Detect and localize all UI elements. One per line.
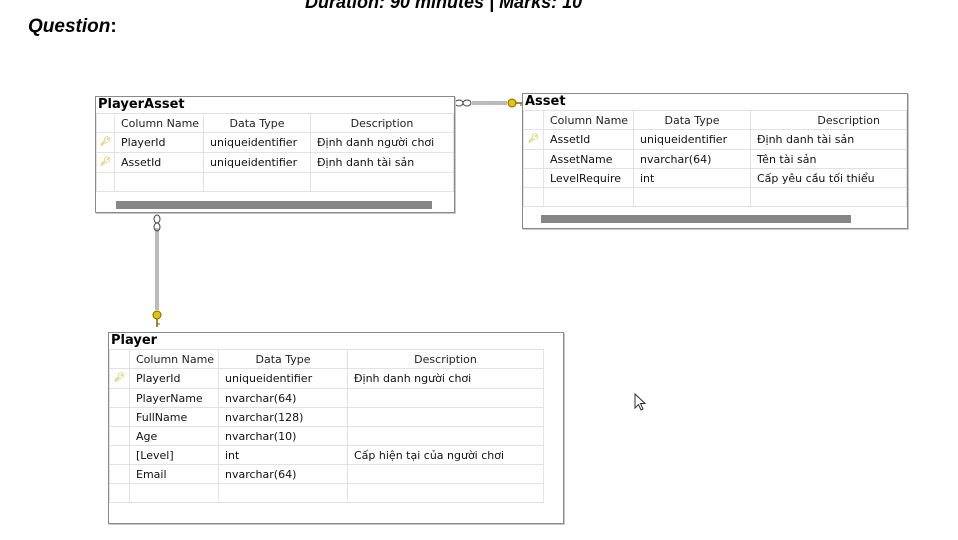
column-grid: Column Name Data Type Description 🔑︎ Pla… <box>96 113 454 192</box>
table-row[interactable]: PlayerName nvarchar(64) <box>109 388 544 408</box>
key-cell <box>109 426 130 446</box>
data-type-cell[interactable]: uniqueidentifier <box>203 152 311 173</box>
description-cell[interactable]: Định danh người chơi <box>310 132 454 153</box>
table-playerasset[interactable]: PlayerAsset Column Name Data Type Descri… <box>95 96 455 213</box>
description-cell[interactable]: Định danh tài sản <box>750 129 907 150</box>
key-cell <box>109 445 130 465</box>
table-row[interactable]: 🔑︎ AssetId uniqueidentifier Định danh tà… <box>96 152 454 173</box>
key-cell <box>523 149 544 169</box>
table-title: Player <box>111 333 158 348</box>
key-cell: 🔑︎ <box>96 132 115 153</box>
table-row[interactable]: [Level] int Cấp hiện tại của người chơi <box>109 445 544 465</box>
empty-row[interactable] <box>109 483 544 503</box>
table-player[interactable]: Player Column Name Data Type Description… <box>108 332 564 524</box>
key-icon: 🔑︎ <box>99 137 112 147</box>
many-end-icon <box>153 214 161 232</box>
key-cell: 🔑︎ <box>523 129 544 150</box>
key-cell <box>109 388 130 408</box>
column-grid: Column Name Data Type Description 🔑︎ Ass… <box>523 110 907 207</box>
column-grid: Column Name Data Type Description 🔑︎ Pla… <box>109 349 544 503</box>
description-cell[interactable]: Cấp hiện tại của người chơi <box>347 445 544 465</box>
description-cell[interactable] <box>347 388 544 408</box>
header-row: Column Name Data Type Description <box>96 113 454 133</box>
data-type-header: Data Type <box>203 113 311 133</box>
key-icon: 🔑︎ <box>99 157 112 167</box>
column-name-cell[interactable]: FullName <box>129 407 219 427</box>
column-name-header: Column Name <box>129 349 219 369</box>
relationship-playerasset-asset <box>454 98 524 108</box>
horizontal-scrollbar[interactable] <box>116 201 432 209</box>
data-type-header: Data Type <box>218 349 348 369</box>
key-cell <box>109 407 130 427</box>
table-row[interactable]: 🔑︎ PlayerId uniqueidentifier Định danh n… <box>96 132 454 153</box>
column-name-cell[interactable]: PlayerId <box>114 132 204 153</box>
key-cell: 🔑︎ <box>109 368 130 389</box>
description-header: Description <box>347 349 544 369</box>
header-row: Column Name Data Type Description <box>109 349 544 369</box>
column-name-cell[interactable]: PlayerId <box>129 368 219 389</box>
table-title: PlayerAsset <box>98 97 185 112</box>
header-row: Column Name Data Type Description <box>523 110 907 130</box>
data-type-cell[interactable]: nvarchar(64) <box>633 149 751 169</box>
horizontal-scrollbar[interactable] <box>541 215 851 223</box>
data-type-header: Data Type <box>633 110 751 130</box>
column-name-cell[interactable]: PlayerName <box>129 388 219 408</box>
column-name-cell[interactable]: Email <box>129 464 219 484</box>
table-row[interactable]: Email nvarchar(64) <box>109 464 544 484</box>
column-name-cell[interactable]: AssetName <box>543 149 634 169</box>
description-cell[interactable]: Tên tài sản <box>750 149 907 169</box>
description-cell[interactable] <box>347 464 544 484</box>
table-row[interactable]: LevelRequire int Cấp yêu cầu tối thiểu <box>523 168 907 188</box>
data-type-cell[interactable]: nvarchar(64) <box>218 388 348 408</box>
mouse-pointer-icon <box>634 393 647 411</box>
column-name-cell[interactable]: AssetId <box>543 129 634 150</box>
row-selector-header <box>96 113 115 133</box>
row-selector-header <box>523 110 544 130</box>
key-cell: 🔑︎ <box>96 152 115 173</box>
table-row[interactable]: Age nvarchar(10) <box>109 426 544 446</box>
column-name-header: Column Name <box>114 113 204 133</box>
data-type-cell[interactable]: nvarchar(10) <box>218 426 348 446</box>
data-type-cell[interactable]: nvarchar(64) <box>218 464 348 484</box>
table-title: Asset <box>525 94 566 109</box>
empty-row[interactable] <box>96 172 454 192</box>
empty-row[interactable] <box>523 187 907 207</box>
table-row[interactable]: AssetName nvarchar(64) Tên tài sản <box>523 149 907 169</box>
key-cell <box>109 464 130 484</box>
column-name-cell[interactable]: LevelRequire <box>543 168 634 188</box>
relationship-playerasset-player <box>152 214 162 327</box>
data-type-cell[interactable]: uniqueidentifier <box>203 132 311 153</box>
many-end-icon <box>454 99 472 107</box>
description-cell[interactable]: Định danh tài sản <box>310 152 454 173</box>
column-name-cell[interactable]: [Level] <box>129 445 219 465</box>
key-icon: 🔑︎ <box>527 134 540 144</box>
column-name-header: Column Name <box>543 110 634 130</box>
description-header: Description <box>310 113 454 133</box>
key-icon: 🔑︎ <box>113 373 126 383</box>
description-cell[interactable]: Định danh người chơi <box>347 368 544 389</box>
table-asset[interactable]: Asset Column Name Data Type Description … <box>522 93 908 229</box>
data-type-cell[interactable]: int <box>218 445 348 465</box>
data-type-cell[interactable]: uniqueidentifier <box>633 129 751 150</box>
data-type-cell[interactable]: nvarchar(128) <box>218 407 348 427</box>
table-row[interactable]: FullName nvarchar(128) <box>109 407 544 427</box>
table-row[interactable]: 🔑︎ PlayerId uniqueidentifier Định danh n… <box>109 368 544 389</box>
description-cell[interactable] <box>347 407 544 427</box>
one-end-key-icon <box>152 310 162 327</box>
table-row[interactable]: 🔑︎ AssetId uniqueidentifier Định danh tà… <box>523 129 907 150</box>
data-type-cell[interactable]: int <box>633 168 751 188</box>
description-header: Description <box>750 110 907 130</box>
description-cell[interactable] <box>347 426 544 446</box>
column-name-cell[interactable]: Age <box>129 426 219 446</box>
row-selector-header <box>109 349 130 369</box>
key-cell <box>523 168 544 188</box>
description-cell[interactable]: Cấp yêu cầu tối thiểu <box>750 168 907 188</box>
data-type-cell[interactable]: uniqueidentifier <box>218 368 348 389</box>
column-name-cell[interactable]: AssetId <box>114 152 204 173</box>
